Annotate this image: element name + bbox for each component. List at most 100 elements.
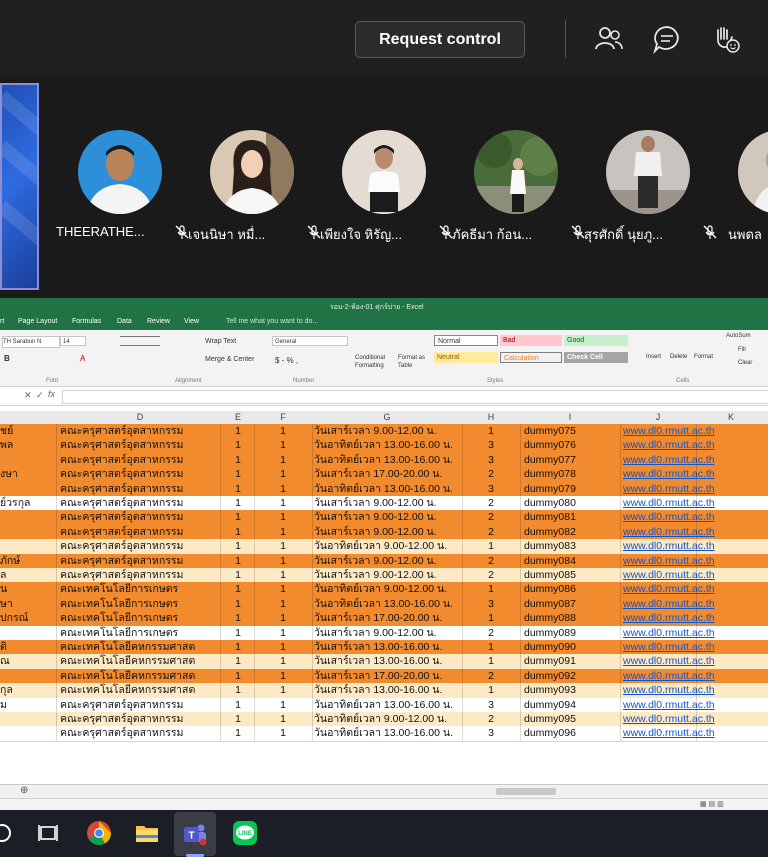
cell-h[interactable]: 2 [462,669,520,683]
cell-i[interactable]: dummy086 [524,582,620,596]
column-header-f[interactable]: F [254,412,312,422]
cell-e[interactable]: 1 [222,453,254,467]
table-row[interactable]: คณะครุศาสตร์อุตสาหกรรม 1 1 วันเสาร์เวลา 9.0… [0,524,768,541]
cell-d[interactable]: คณะเทคโนโลยีการเกษตร [60,626,220,640]
cell-c[interactable]: กุล [0,683,56,697]
cell-f[interactable]: 1 [254,712,312,726]
cell-e[interactable]: 1 [222,438,254,452]
style-normal[interactable]: Normal [434,335,498,346]
cell-g[interactable]: วันอาทิตย์เวลา 13.00-16.00 น. [314,438,462,452]
cell-e[interactable]: 1 [222,726,254,740]
tab-view[interactable]: View [184,318,199,325]
cell-j[interactable]: www.dl0.rmutt.ac.th [623,611,733,625]
style-bad[interactable]: Bad [500,335,562,346]
table-row[interactable]: คณะเทคโนโลยีการเกษตร 1 1 วันเสาร์เวลา 9.00-… [0,625,768,641]
column-header-d[interactable]: D [58,412,222,422]
cell-j[interactable]: www.dl0.rmutt.ac.th [623,453,733,467]
cell-i[interactable]: dummy085 [524,568,620,582]
cell-h[interactable]: 3 [462,698,520,712]
horizontal-scrollbar[interactable] [496,788,556,795]
cell-h[interactable]: 1 [462,582,520,596]
cell-j[interactable]: www.dl0.rmutt.ac.th [623,597,733,611]
chat-icon[interactable] [652,24,682,54]
column-header-i[interactable]: I [520,412,620,422]
cell-g[interactable]: วันอาทิตย์เวลา 13.00-16.00 น. [314,482,462,496]
search-icon[interactable] [0,820,18,846]
cell-d[interactable]: คณะเทคโนโลยีการเกษตร [60,582,220,596]
line-icon[interactable]: LINE [232,820,258,846]
cell-g[interactable]: วันเสาร์เวลา 9.00-12.00 น. [314,626,462,640]
cell-g[interactable]: วันอาทิตย์เวลา 9.00-12.00 น. [314,539,462,553]
table-row[interactable]: คณะเทคโนโลยีคหกรรมศาสต 1 1 วันเสาร์เวลา 17.… [0,668,768,685]
cell-f[interactable]: 1 [254,626,312,640]
cell-f[interactable]: 1 [254,568,312,582]
cell-e[interactable]: 1 [222,525,254,539]
cell-c[interactable]: ษา [0,597,56,611]
cell-j[interactable]: www.dl0.rmutt.ac.th [623,726,733,740]
cell-e[interactable]: 1 [222,424,254,438]
style-calculation[interactable]: Calculation [500,352,562,363]
number-format-box[interactable]: General [272,336,348,346]
enter-icon[interactable]: ✓ [36,390,44,401]
cell-d[interactable]: คณะครุศาสตร์อุตสาหกรรม [60,424,220,438]
table-row[interactable]: มคณะครุศาสตร์อุตสาหกรรม 1 1 วันอาทิตย์เวลา … [0,697,768,713]
cell-f[interactable]: 1 [254,582,312,596]
cell-d[interactable]: คณะครุศาสตร์อุตสาหกรรม [60,726,220,740]
cell-e[interactable]: 1 [222,510,254,524]
cell-g[interactable]: วันเสาร์เวลา 9.00-12.00 น. [314,554,462,568]
clear-button[interactable]: Clear [738,360,752,366]
table-row[interactable]: คณะครุศาสตร์อุตสาหกรรม 1 1 วันอาทิตย์เวลา 9… [0,712,768,728]
cell-h[interactable]: 3 [462,597,520,611]
cell-f[interactable]: 1 [254,683,312,697]
cell-j[interactable]: www.dl0.rmutt.ac.th [623,669,733,683]
cell-c[interactable]: ณ [0,654,56,668]
cell-d[interactable]: คณะเทคโนโลยีคหกรรมศาสต [60,640,220,654]
cell-j[interactable]: www.dl0.rmutt.ac.th [623,698,733,712]
table-row[interactable]: ษา คณะเทคโนโลยีการเกษตร 1 1 วันอาทิตย์เวลา 1… [0,596,768,613]
cell-j[interactable]: www.dl0.rmutt.ac.th [623,482,733,496]
cell-f[interactable]: 1 [254,698,312,712]
cell-f[interactable]: 1 [254,640,312,654]
cell-i[interactable]: dummy093 [524,683,620,697]
cell-j[interactable]: www.dl0.rmutt.ac.th [623,438,733,452]
cell-f[interactable]: 1 [254,510,312,524]
tell-me-search[interactable]: Tell me what you want to do... [226,318,318,325]
cell-f[interactable]: 1 [254,554,312,568]
cell-i[interactable]: dummy075 [524,424,620,438]
cell-h[interactable]: 3 [462,482,520,496]
cell-i[interactable]: dummy090 [524,640,620,654]
cell-d[interactable]: คณะครุศาสตร์อุตสาหกรรม [60,510,220,524]
cell-j[interactable]: www.dl0.rmutt.ac.th [623,539,733,553]
cell-i[interactable]: dummy079 [524,482,620,496]
cell-d[interactable]: คณะครุศาสตร์อุตสาหกรรม [60,554,220,568]
raise-hand-icon[interactable] [711,24,741,54]
style-good[interactable]: Good [564,335,628,346]
column-header-k[interactable]: K [696,412,766,422]
function-icon[interactable]: fx [48,389,55,399]
cell-h[interactable]: 2 [462,554,520,568]
cell-g[interactable]: วันเสาร์เวลา 13.00-16.00 น. [314,640,462,654]
column-header-j[interactable]: J [620,412,696,422]
cell-d[interactable]: คณะครุศาสตร์อุตสาหกรรม [60,438,220,452]
cell-g[interactable]: วันเสาร์เวลา 9.00-12.00 น. [314,568,462,582]
cell-i[interactable]: dummy077 [524,453,620,467]
fill-button[interactable]: Fill [738,347,746,353]
column-header-g[interactable]: G [312,412,462,422]
cell-i[interactable]: dummy078 [524,467,620,481]
cell-j[interactable]: www.dl0.rmutt.ac.th [623,467,733,481]
cell-g[interactable]: วันอาทิตย์เวลา 9.00-12.00 น. [314,582,462,596]
chrome-icon[interactable] [86,820,112,846]
cell-i[interactable]: dummy094 [524,698,620,712]
cell-j[interactable]: www.dl0.rmutt.ac.th [623,582,733,596]
cell-i[interactable]: dummy091 [524,654,620,668]
cell-i[interactable]: dummy089 [524,626,620,640]
people-icon[interactable] [594,24,624,54]
cell-c[interactable]: น [0,582,56,596]
cell-d[interactable]: คณะครุศาสตร์อุตสาหกรรม [60,496,220,510]
cell-i[interactable]: dummy081 [524,510,620,524]
cell-e[interactable]: 1 [222,568,254,582]
cell-f[interactable]: 1 [254,438,312,452]
cell-d[interactable]: คณะครุศาสตร์อุตสาหกรรม [60,525,220,539]
table-row[interactable]: คณะครุศาสตร์อุตสาหกรรม 1 1 วันอาทิตย์เวลา 1… [0,726,768,742]
format-cells-button[interactable]: Format [694,354,713,360]
